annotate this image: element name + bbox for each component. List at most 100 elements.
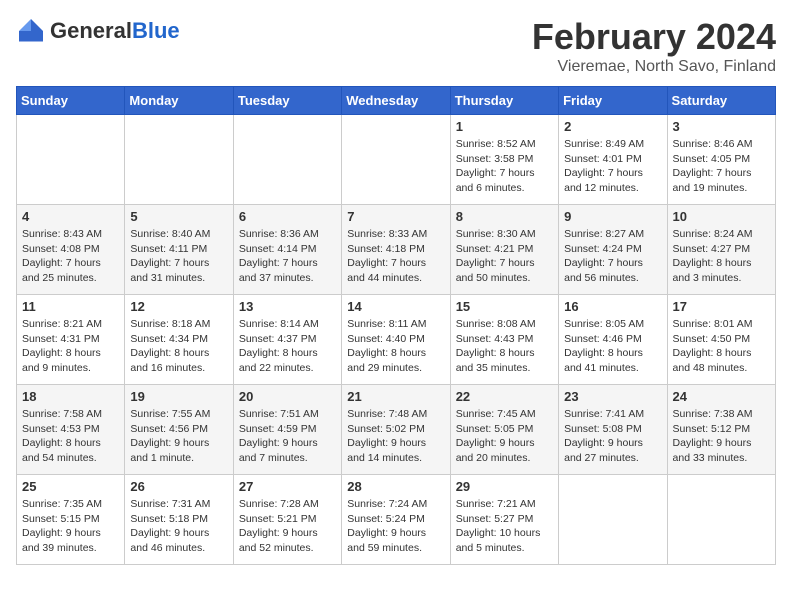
day-number: 11 [22,299,119,314]
day-number: 8 [456,209,553,224]
day-info: Sunrise: 8:11 AMSunset: 4:40 PMDaylight:… [347,317,444,376]
weekday-header: Thursday [450,87,558,115]
day-info: Sunrise: 8:08 AMSunset: 4:43 PMDaylight:… [456,317,553,376]
day-number: 6 [239,209,336,224]
day-number: 20 [239,389,336,404]
calendar-cell: 18Sunrise: 7:58 AMSunset: 4:53 PMDayligh… [17,385,125,475]
day-number: 28 [347,479,444,494]
calendar-week-row: 25 Sunrise: 7:35 AMSunset: 5:15 PMDayligh… [17,475,776,565]
day-info: Sunrise: 7:38 AMSunset: 5:12 PMDaylight:… [673,407,770,466]
calendar-week-row: 1 Sunrise: 8:52 AMSunset: 3:58 PMDaylight… [17,115,776,205]
day-number: 26 [130,479,227,494]
day-number: 19 [130,389,227,404]
calendar-cell: 7 Sunrise: 8:33 AMSunset: 4:18 PMDaylight… [342,205,450,295]
calendar-cell: 8Sunrise: 8:30 AMSunset: 4:21 PMDaylight… [450,205,558,295]
day-number: 15 [456,299,553,314]
calendar-cell: 4 Sunrise: 8:43 AMSunset: 4:08 PMDaylight… [17,205,125,295]
day-info: Sunrise: 8:05 AMSunset: 4:46 PMDaylight:… [564,317,661,376]
day-number: 29 [456,479,553,494]
day-info: Sunrise: 8:33 AMSunset: 4:18 PMDaylight:… [347,227,444,286]
day-info: Sunrise: 8:52 AMSunset: 3:58 PMDaylight:… [456,137,553,196]
calendar-cell: 23 Sunrise: 7:41 AMSunset: 5:08 PMDayligh… [559,385,667,475]
day-number: 5 [130,209,227,224]
day-info: Sunrise: 7:55 AMSunset: 4:56 PMDaylight:… [130,407,227,466]
calendar-header: SundayMondayTuesdayWednesdayThursdayFrid… [17,87,776,115]
day-info: Sunrise: 8:01 AMSunset: 4:50 PMDaylight:… [673,317,770,376]
weekday-header: Sunday [17,87,125,115]
day-number: 18 [22,389,119,404]
calendar-cell: 16Sunrise: 8:05 AMSunset: 4:46 PMDayligh… [559,295,667,385]
day-number: 2 [564,119,661,134]
day-number: 27 [239,479,336,494]
calendar-week-row: 11 Sunrise: 8:21 AMSunset: 4:31 PMDayligh… [17,295,776,385]
header: GeneralBlue February 2024 Vieremae, Nort… [16,16,776,76]
day-number: 7 [347,209,444,224]
day-number: 22 [456,389,553,404]
day-number: 9 [564,209,661,224]
calendar-cell [342,115,450,205]
day-info: Sunrise: 8:46 AMSunset: 4:05 PMDaylight:… [673,137,770,196]
weekday-header: Monday [125,87,233,115]
calendar-cell: 17 Sunrise: 8:01 AMSunset: 4:50 PMDayligh… [667,295,775,385]
day-number: 1 [456,119,553,134]
calendar-week-row: 18Sunrise: 7:58 AMSunset: 4:53 PMDayligh… [17,385,776,475]
logo-icon [16,16,46,46]
calendar-cell: 3Sunrise: 8:46 AMSunset: 4:05 PMDaylight… [667,115,775,205]
calendar-cell [667,475,775,565]
day-info: Sunrise: 8:18 AMSunset: 4:34 PMDaylight:… [130,317,227,376]
day-info: Sunrise: 8:21 AMSunset: 4:31 PMDaylight:… [22,317,119,376]
day-info: Sunrise: 8:40 AMSunset: 4:11 PMDaylight:… [130,227,227,286]
day-number: 24 [673,389,770,404]
calendar-cell: 24 Sunrise: 7:38 AMSunset: 5:12 PMDayligh… [667,385,775,475]
calendar-cell: 6 Sunrise: 8:36 AMSunset: 4:14 PMDaylight… [233,205,341,295]
day-number: 23 [564,389,661,404]
day-info: Sunrise: 8:43 AMSunset: 4:08 PMDaylight:… [22,227,119,286]
day-info: Sunrise: 8:27 AMSunset: 4:24 PMDaylight:… [564,227,661,286]
calendar-cell: 9 Sunrise: 8:27 AMSunset: 4:24 PMDaylight… [559,205,667,295]
calendar-cell: 12 Sunrise: 8:18 AMSunset: 4:34 PMDayligh… [125,295,233,385]
day-number: 13 [239,299,336,314]
day-info: Sunrise: 7:41 AMSunset: 5:08 PMDaylight:… [564,407,661,466]
calendar-cell: 15 Sunrise: 8:08 AMSunset: 4:43 PMDayligh… [450,295,558,385]
day-info: Sunrise: 8:24 AMSunset: 4:27 PMDaylight:… [673,227,770,286]
calendar-cell [233,115,341,205]
calendar-cell: 25 Sunrise: 7:35 AMSunset: 5:15 PMDayligh… [17,475,125,565]
calendar-cell: 20Sunrise: 7:51 AMSunset: 4:59 PMDayligh… [233,385,341,475]
day-info: Sunrise: 7:35 AMSunset: 5:15 PMDaylight:… [22,497,119,556]
day-number: 10 [673,209,770,224]
day-info: Sunrise: 7:48 AMSunset: 5:02 PMDaylight:… [347,407,444,466]
calendar-cell: 27Sunrise: 7:28 AMSunset: 5:21 PMDayligh… [233,475,341,565]
calendar-cell: 21 Sunrise: 7:48 AMSunset: 5:02 PMDayligh… [342,385,450,475]
day-number: 25 [22,479,119,494]
calendar-cell: 29Sunrise: 7:21 AMSunset: 5:27 PMDayligh… [450,475,558,565]
calendar-body: 1 Sunrise: 8:52 AMSunset: 3:58 PMDaylight… [17,115,776,565]
day-number: 14 [347,299,444,314]
day-info: Sunrise: 7:45 AMSunset: 5:05 PMDaylight:… [456,407,553,466]
calendar-cell: 26Sunrise: 7:31 AMSunset: 5:18 PMDayligh… [125,475,233,565]
calendar-cell: 5 Sunrise: 8:40 AMSunset: 4:11 PMDaylight… [125,205,233,295]
logo: GeneralBlue [16,16,180,46]
calendar-cell: 19 Sunrise: 7:55 AMSunset: 4:56 PMDayligh… [125,385,233,475]
calendar-cell: 10 Sunrise: 8:24 AMSunset: 4:27 PMDayligh… [667,205,775,295]
month-title: February 2024 [532,16,776,58]
day-number: 4 [22,209,119,224]
logo-general-text: General [50,18,132,43]
calendar-cell: 13 Sunrise: 8:14 AMSunset: 4:37 PMDayligh… [233,295,341,385]
weekday-header: Wednesday [342,87,450,115]
day-number: 21 [347,389,444,404]
weekday-row: SundayMondayTuesdayWednesdayThursdayFrid… [17,87,776,115]
calendar-cell [125,115,233,205]
calendar-cell: 22 Sunrise: 7:45 AMSunset: 5:05 PMDayligh… [450,385,558,475]
day-info: Sunrise: 8:36 AMSunset: 4:14 PMDaylight:… [239,227,336,286]
calendar-week-row: 4 Sunrise: 8:43 AMSunset: 4:08 PMDaylight… [17,205,776,295]
weekday-header: Saturday [667,87,775,115]
calendar-cell: 28Sunrise: 7:24 AMSunset: 5:24 PMDayligh… [342,475,450,565]
title-area: February 2024 Vieremae, North Savo, Finl… [532,16,776,76]
day-number: 17 [673,299,770,314]
calendar-cell: 2Sunrise: 8:49 AMSunset: 4:01 PMDaylight… [559,115,667,205]
calendar-cell [559,475,667,565]
location-title: Vieremae, North Savo, Finland [532,58,776,76]
weekday-header: Friday [559,87,667,115]
day-number: 12 [130,299,227,314]
day-info: Sunrise: 8:14 AMSunset: 4:37 PMDaylight:… [239,317,336,376]
